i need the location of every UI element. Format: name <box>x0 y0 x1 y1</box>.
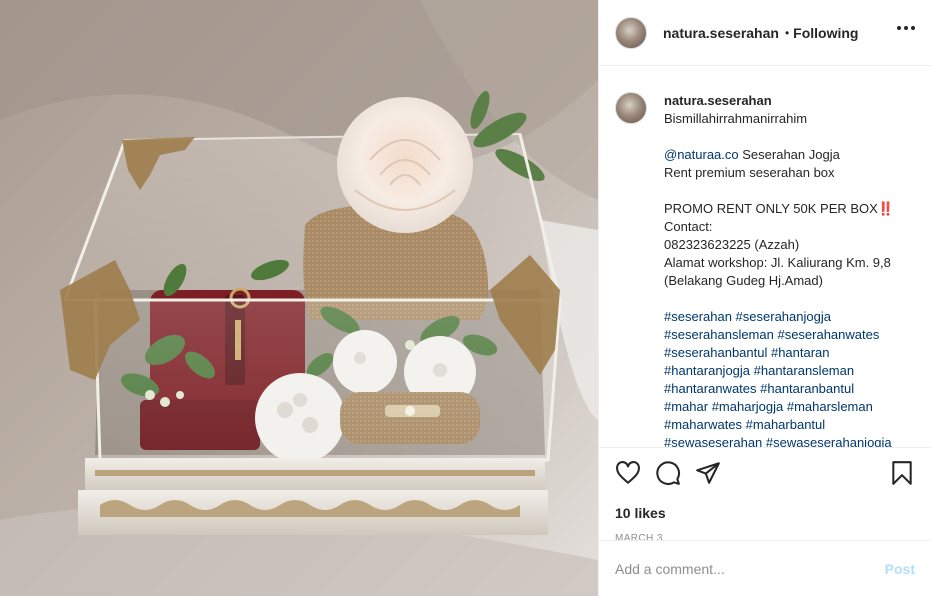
post-details-panel: natura.seserahan • Following natura.sese… <box>598 0 931 596</box>
caption-line: @naturaa.co Seserahan Jogja <box>664 147 840 162</box>
caption: natura.seserahan Bismillahirrahmanirrahi… <box>615 92 915 447</box>
caption-line: PROMO RENT ONLY 50K PER BOX‼️ <box>664 201 894 216</box>
mention-link[interactable]: @naturaa.co <box>664 147 739 162</box>
caption-username[interactable]: natura.seserahan <box>664 92 893 110</box>
hashtag-line[interactable]: #sewaseserahan #sewaseserahanjogja <box>664 434 893 447</box>
header-separator: • <box>784 25 790 40</box>
bookmark-icon[interactable] <box>889 460 915 486</box>
caption-line <box>664 290 893 308</box>
comments-section[interactable]: natura.seserahan Bismillahirrahmanirrahi… <box>599 66 931 447</box>
post-photo[interactable] <box>0 0 598 596</box>
hashtag-line[interactable]: #hantaranwates #hantaranbantul <box>664 380 893 398</box>
caption-line: Alamat workshop: Jl. Kaliurang Km. 9,8 <box>664 255 891 270</box>
caption-line <box>664 182 893 200</box>
caption-body: natura.seserahan Bismillahirrahmanirrahi… <box>664 92 894 447</box>
share-icon[interactable] <box>695 460 721 486</box>
caption-line: 082323623225 (Azzah) <box>664 237 800 252</box>
seserahan-box-illustration <box>0 0 598 596</box>
avatar[interactable] <box>615 16 647 49</box>
hashtag-line[interactable]: #seserahansleman #seserahanwates <box>664 326 893 344</box>
post-header: natura.seserahan • Following <box>599 0 931 66</box>
caption-line: (Belakang Gudeg Hj.Amad) <box>664 273 823 288</box>
post-button[interactable]: Post <box>885 561 915 577</box>
comment-icon[interactable] <box>655 460 681 486</box>
comment-input[interactable] <box>615 560 885 577</box>
caption-avatar[interactable] <box>615 92 647 124</box>
hashtag-line[interactable]: #maharwates #maharbantul <box>664 416 893 434</box>
hashtag-line[interactable]: #seserahanbantul #hantaran <box>664 344 893 362</box>
heart-icon[interactable] <box>615 460 641 486</box>
header-username[interactable]: natura.seserahan <box>663 25 779 41</box>
caption-line <box>664 128 893 146</box>
caption-text: Bismillahirrahmanirrahim @naturaa.co Sese… <box>664 110 894 447</box>
post-actions: 10 likes MARCH 3 <box>599 447 931 544</box>
caption-line: Contact: <box>664 219 713 234</box>
hashtag-line[interactable]: #hantaranjogja #hantaransleman <box>664 362 893 380</box>
hashtag-line[interactable]: #seserahan #seserahanjogja <box>664 308 893 326</box>
hashtag-line[interactable]: #mahar #maharjogja #maharsleman <box>664 398 893 416</box>
action-bar <box>615 460 915 486</box>
caption-line: Bismillahirrahmanirrahim <box>664 111 808 126</box>
more-options-icon[interactable] <box>897 26 915 30</box>
add-comment-form: Post <box>599 540 931 596</box>
double-exclamation-icon: ‼️ <box>877 201 894 216</box>
likes-count[interactable]: 10 likes <box>615 505 915 521</box>
caption-line: Rent premium seserahan box <box>664 165 835 180</box>
following-button[interactable]: Following <box>793 25 858 41</box>
